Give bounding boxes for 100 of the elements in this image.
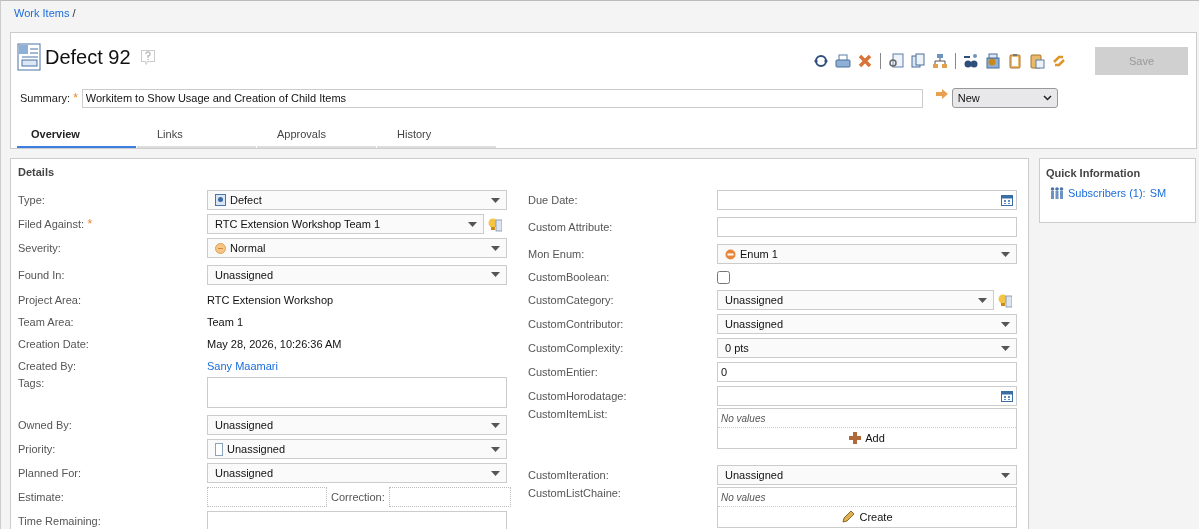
minus-circle-icon <box>725 248 736 260</box>
field-label: Tags: <box>18 377 46 389</box>
required-mark: * <box>86 217 93 231</box>
help-icon[interactable] <box>140 49 155 65</box>
breadcrumb-link[interactable]: Work Items <box>14 7 70 19</box>
date-field[interactable] <box>717 190 1017 210</box>
date-field[interactable] <box>717 386 1017 406</box>
field-label: Correction: <box>331 491 385 503</box>
field-label: Type: <box>18 194 46 206</box>
field-label: Created By: <box>18 360 78 372</box>
tab[interactable]: History <box>377 123 496 148</box>
section-title: Details <box>18 166 56 180</box>
state-dropdown[interactable]: New <box>951 88 1058 108</box>
field-label: Mon Enum: <box>528 248 586 260</box>
input-field[interactable] <box>207 511 507 529</box>
correction-field[interactable] <box>388 487 511 507</box>
field-label: Custom Attribute: <box>528 221 614 233</box>
field-label: Team Area: <box>18 316 75 328</box>
field-label: CustomBoolean: <box>528 271 611 283</box>
tab[interactable]: Links <box>137 123 256 148</box>
field-label: Filed Against: * <box>18 217 94 231</box>
field-label: CustomListChaine: <box>528 487 622 499</box>
swap-arrows-icon-button[interactable] <box>1051 53 1067 69</box>
lightbulb-icon[interactable] <box>998 292 1012 308</box>
refresh-icon-button[interactable] <box>813 53 829 69</box>
dropdown[interactable]: 0 pts <box>717 338 1017 358</box>
page-title: Defect 92 <box>45 45 131 69</box>
caret-icon <box>491 197 500 203</box>
subscribers-link[interactable]: Subscribers (1): <box>1068 187 1146 199</box>
field-label: Severity: <box>18 242 62 254</box>
field-label: CustomIteration: <box>528 469 610 481</box>
caret-icon <box>491 470 500 476</box>
field-label: CustomHorodatage: <box>528 390 628 402</box>
clipboard-icon-button[interactable] <box>1007 53 1023 69</box>
field-label: Time Remaining: <box>18 515 102 527</box>
printer-icon-button[interactable] <box>835 53 851 69</box>
field-label: Estimate: <box>18 491 65 503</box>
tab[interactable]: Overview <box>17 123 136 148</box>
user-link[interactable]: Sany Maamari <box>207 360 278 372</box>
defect-form-icon <box>17 43 41 71</box>
caret-icon <box>978 297 987 303</box>
defect-icon <box>215 194 226 206</box>
caret-icon <box>1001 472 1010 478</box>
dropdown[interactable]: Unassigned <box>717 314 1017 334</box>
hierarchy-icon-button[interactable] <box>932 53 948 69</box>
estimate-field[interactable] <box>207 487 327 507</box>
field-label: CustomCategory: <box>528 294 615 306</box>
dropdown[interactable]: Unassigned <box>717 465 1017 485</box>
dropdown[interactable]: Unassigned <box>207 463 507 483</box>
summary-label: Summary: <box>20 92 71 104</box>
required-mark: * <box>73 91 78 105</box>
dropdown[interactable]: Unassigned <box>207 415 507 435</box>
arrow-icon <box>935 89 948 99</box>
field-value: May 28, 2026, 10:26:36 AM <box>207 338 342 350</box>
field-value: RTC Extension Workshop <box>207 294 334 306</box>
section-title: Quick Information <box>1046 167 1142 179</box>
caret-icon <box>1001 345 1010 351</box>
field-label: Found In: <box>18 268 66 281</box>
tab[interactable]: Approvals <box>257 123 376 148</box>
field-label: Priority: <box>18 443 57 455</box>
caret-icon <box>491 272 500 277</box>
paste-icon-button[interactable] <box>1029 53 1045 69</box>
caret-icon <box>1001 251 1010 257</box>
input-field[interactable]: 0 <box>717 362 1017 382</box>
field-label: Due Date: <box>528 194 579 206</box>
tags-field[interactable] <box>207 377 507 408</box>
input-field[interactable] <box>717 217 1017 237</box>
people-icon <box>1050 187 1064 199</box>
caret-icon <box>468 221 477 227</box>
caret-icon <box>491 245 500 251</box>
dropdown[interactable]: Unassigned <box>207 264 507 285</box>
find-document-icon-button[interactable] <box>888 53 904 69</box>
dropdown[interactable]: Normal <box>207 238 507 258</box>
calendar-icon[interactable] <box>1001 194 1013 206</box>
dropdown[interactable]: Unassigned <box>207 439 507 459</box>
field-value: Team 1 <box>207 316 244 328</box>
chevron-icon <box>1042 95 1052 101</box>
field-label: CustomEntier: <box>528 366 599 378</box>
dropdown[interactable]: Unassigned <box>717 290 994 310</box>
pencil-icon <box>841 510 856 524</box>
field-label: Planned For: <box>18 467 82 479</box>
dropdown[interactable]: Enum 1 <box>717 244 1017 264</box>
circle-icon <box>215 242 226 254</box>
field-label: CustomComplexity: <box>528 342 625 354</box>
caret-icon <box>491 446 500 452</box>
field-label: Owned By: <box>18 419 73 431</box>
lightbulb-icon[interactable] <box>488 216 502 232</box>
checkbox[interactable] <box>717 270 730 284</box>
delete-icon-button[interactable] <box>857 53 873 69</box>
dropdown[interactable]: RTC Extension Workshop Team 1 <box>207 214 484 234</box>
caret-icon <box>1001 321 1010 327</box>
field-label: Project Area: <box>18 294 82 306</box>
field-label: Creation Date: <box>18 338 90 350</box>
subscriber-link[interactable]: SM <box>1149 187 1167 199</box>
dropdown[interactable]: Defect <box>207 190 507 210</box>
summary-field[interactable]: Workitem to Show Usage and Creation of Child Items <box>81 88 923 108</box>
field-label: CustomContributor: <box>528 318 625 330</box>
caret-icon <box>491 422 500 428</box>
copy-icon-button[interactable] <box>910 53 926 69</box>
calendar-icon[interactable] <box>1001 390 1013 402</box>
